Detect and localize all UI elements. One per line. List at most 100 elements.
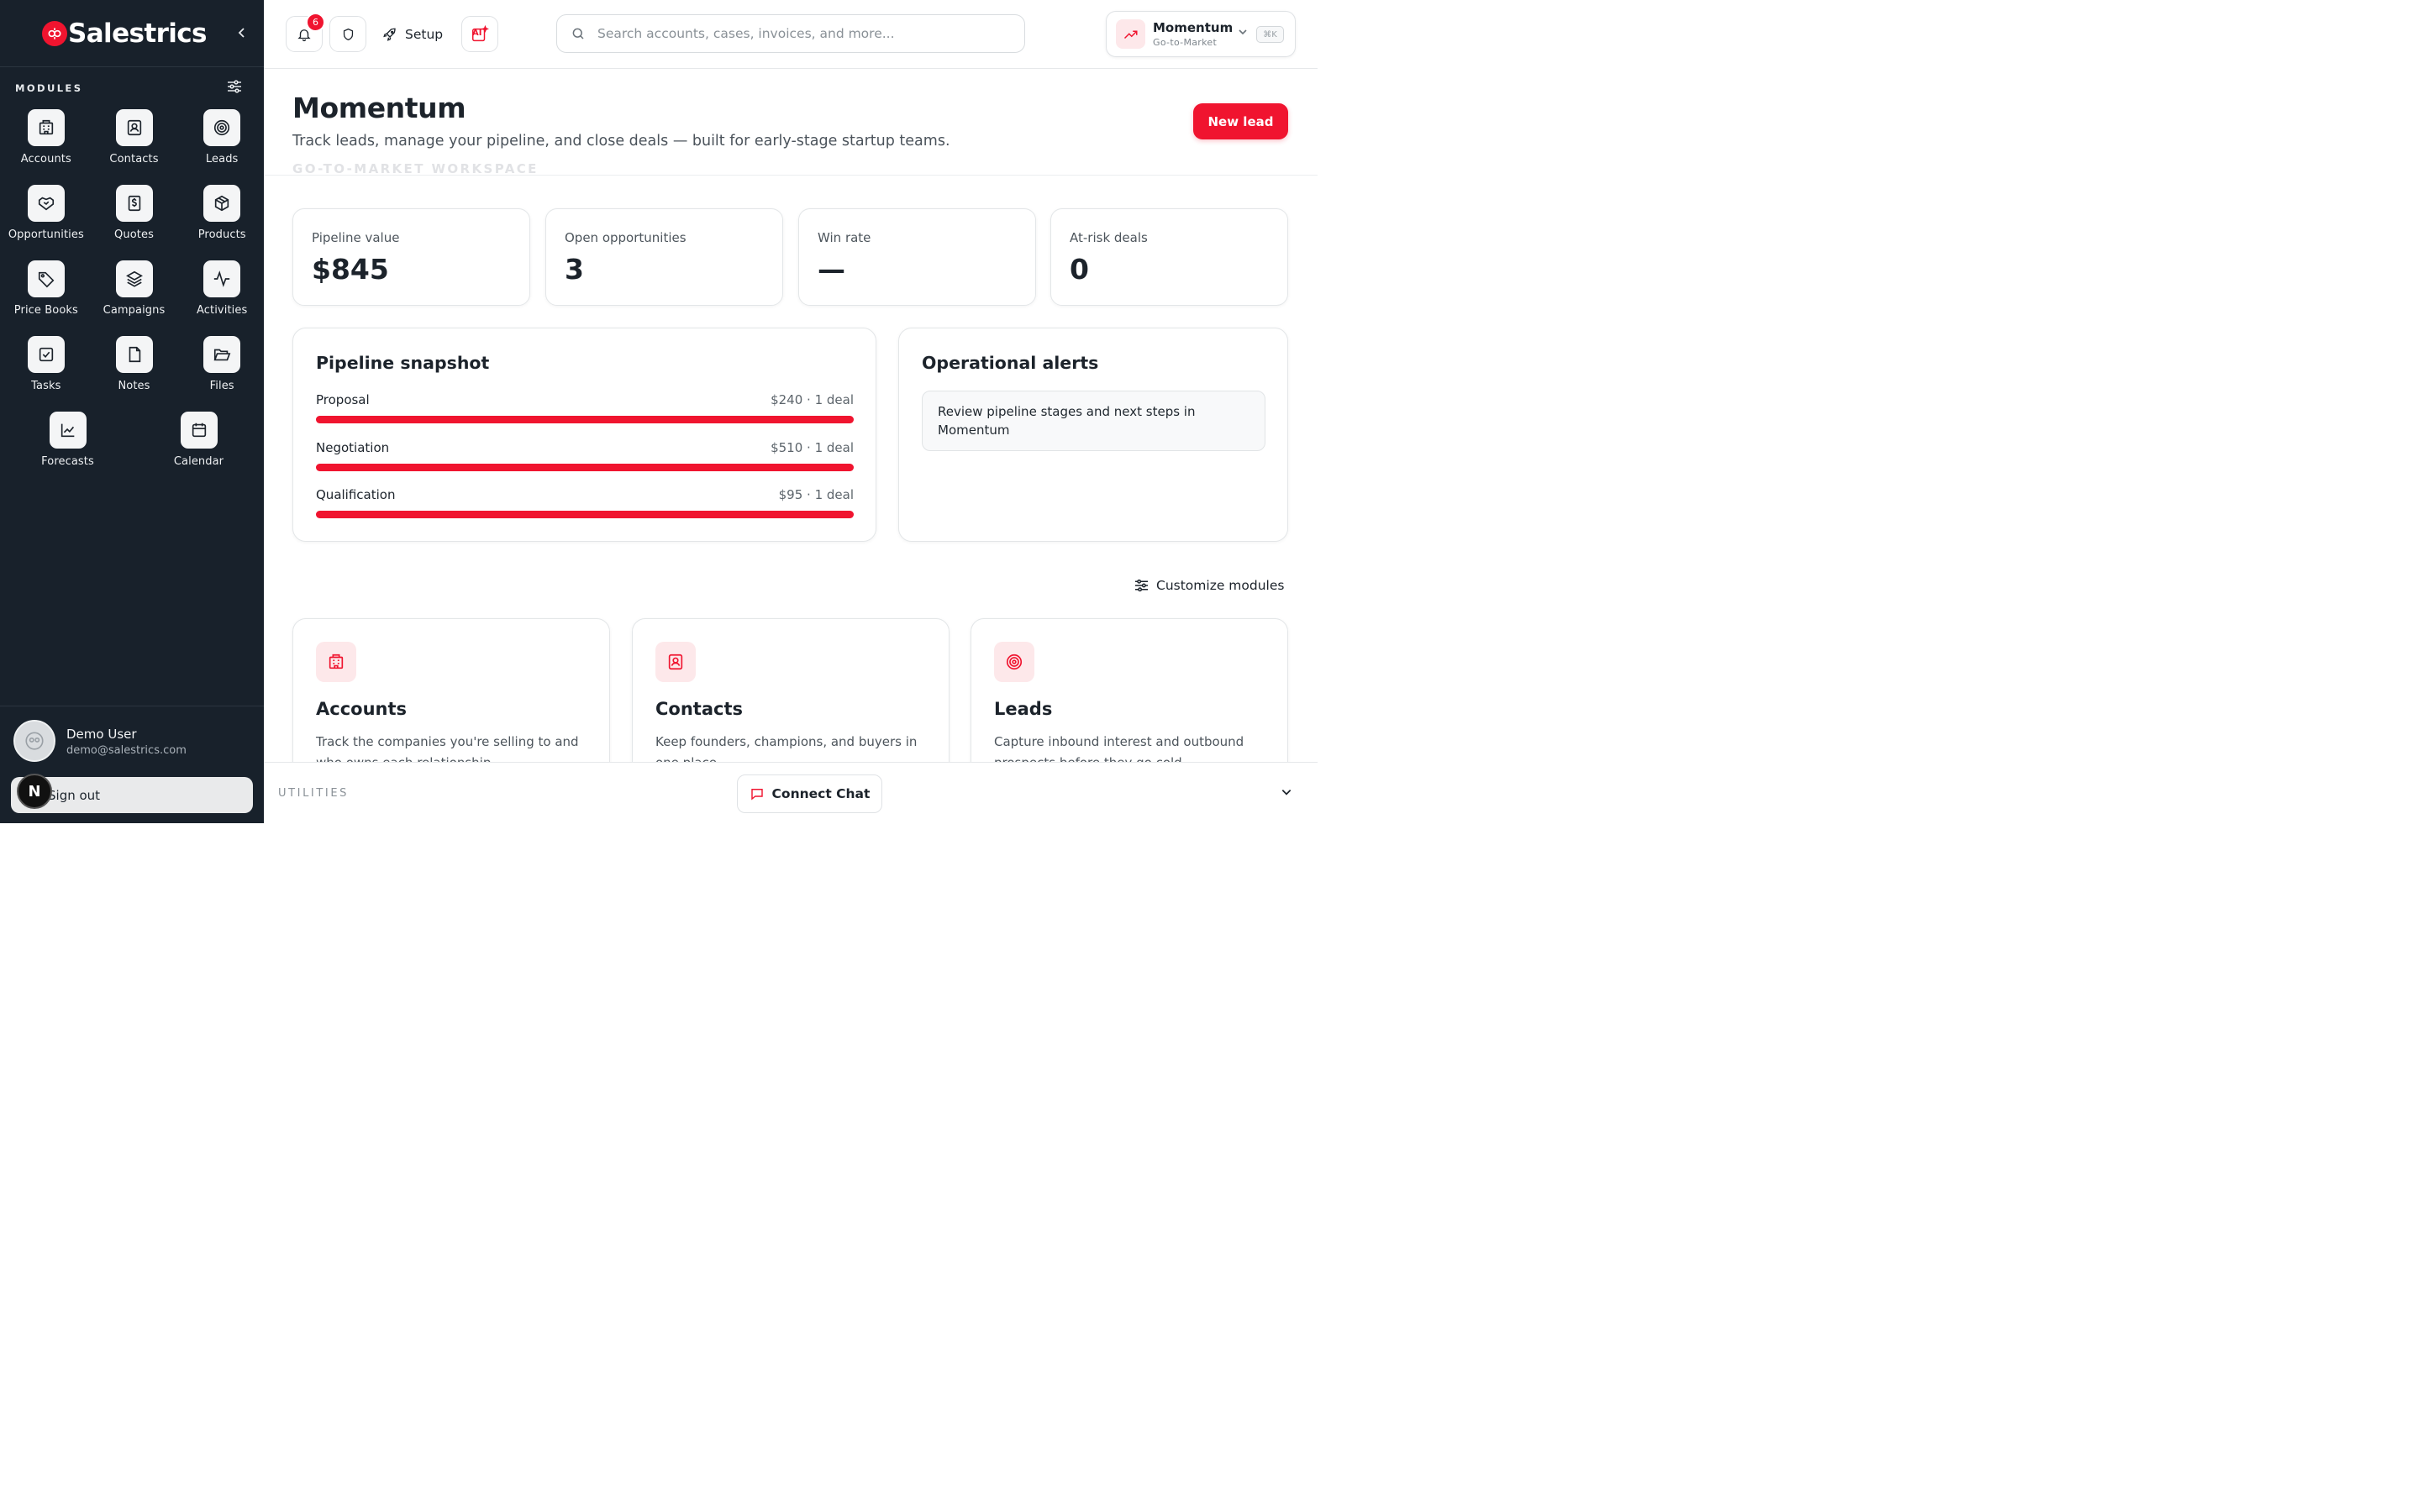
stat-label: Win rate	[818, 230, 871, 245]
stat-value: —	[818, 253, 845, 286]
target-icon	[203, 109, 241, 146]
setup-button[interactable]: Setup	[382, 16, 443, 52]
contact-card-icon	[655, 642, 696, 682]
search-input[interactable]	[597, 26, 1001, 41]
sliders-icon[interactable]	[227, 80, 242, 97]
collapse-sidebar-button[interactable]	[234, 23, 250, 43]
module-card-leads[interactable]: Leads Capture inbound interest and outbo…	[971, 618, 1288, 786]
stat-card-open-opportunities: Open opportunities 3	[545, 208, 783, 306]
brand-header: Salestrics	[0, 0, 264, 67]
workspace-subtitle: Go-to-Market	[1153, 37, 1218, 48]
contact-card-icon	[115, 109, 153, 146]
sidebar-item-forecasts[interactable]: Forecasts	[4, 410, 131, 486]
module-row: Accounts Contacts Leads	[0, 108, 264, 183]
stat-label: Open opportunities	[565, 230, 687, 245]
sidebar-item-opportunities[interactable]: Opportunities	[4, 183, 88, 259]
package-icon	[203, 185, 241, 222]
security-button[interactable]	[329, 16, 366, 52]
module-card-title: Contacts	[655, 699, 743, 719]
sidebar-item-label: Notes	[118, 380, 150, 392]
new-lead-button[interactable]: New lead	[1193, 103, 1288, 139]
stat-value: 0	[1070, 253, 1089, 286]
stat-card-pipeline-value: Pipeline value $845	[292, 208, 530, 306]
sidebar-item-quotes[interactable]: Quotes	[92, 183, 176, 259]
user-name: Demo User	[66, 727, 137, 742]
stage-progress-fill	[316, 511, 854, 518]
check-square-icon	[27, 336, 65, 373]
sidebar-item-label: Contacts	[109, 153, 159, 165]
sidebar-item-label: Forecasts	[41, 455, 94, 468]
stage-progress-track	[316, 464, 854, 471]
sidebar-item-leads[interactable]: Leads	[180, 108, 264, 183]
sidebar-item-contacts[interactable]: Contacts	[92, 108, 176, 183]
target-icon	[994, 642, 1034, 682]
modules-header: MODULES	[0, 69, 264, 108]
pipeline-snapshot-card: Pipeline snapshot Proposal $240 · 1 deal…	[292, 328, 876, 542]
sidebar-item-label: Tasks	[31, 380, 61, 392]
sidebar-item-calendar[interactable]: Calendar	[135, 410, 262, 486]
dev-tools-badge[interactable]: N	[17, 774, 52, 809]
stat-label: At-risk deals	[1070, 230, 1148, 245]
customize-modules-label: Customize modules	[1156, 578, 1285, 593]
customize-modules-button[interactable]: Customize modules	[1134, 578, 1284, 593]
page-title: Momentum	[292, 92, 466, 124]
notification-count-badge: 6	[306, 13, 325, 32]
sidebar-item-label: Quotes	[114, 228, 154, 241]
ai-assistant-button[interactable]: AI	[461, 16, 498, 52]
shield-icon	[343, 28, 353, 40]
sidebar-item-activities[interactable]: Activities	[180, 259, 264, 334]
sidebar-item-accounts[interactable]: Accounts	[4, 108, 88, 183]
layers-icon	[115, 260, 153, 297]
building-icon	[316, 642, 356, 682]
rocket-icon	[383, 28, 396, 41]
sidebar-item-label: Calendar	[173, 455, 224, 468]
alert-item[interactable]: Review pipeline stages and next steps in…	[922, 391, 1265, 451]
brand-name: Salestrics	[68, 18, 208, 49]
sidebar-item-products[interactable]: Products	[180, 183, 264, 259]
receipt-dollar-icon	[115, 185, 153, 222]
sidebar-item-tasks[interactable]: Tasks	[4, 334, 88, 410]
dev-tools-badge-label: N	[28, 782, 41, 801]
user-area: Demo User demo@salestrics.com Sign out N	[0, 706, 264, 823]
sidebar-item-campaigns[interactable]: Campaigns	[92, 259, 176, 334]
sidebar-item-notes[interactable]: Notes	[92, 334, 176, 410]
stage-meta: $95 · 1 deal	[778, 487, 854, 502]
connect-chat-button[interactable]: Connect Chat	[737, 774, 882, 813]
operational-alerts-card: Operational alerts Review pipeline stage…	[898, 328, 1288, 542]
card-title: Pipeline snapshot	[316, 353, 490, 373]
calendar-icon	[180, 412, 218, 449]
stage-name: Negotiation	[316, 440, 390, 455]
chevron-left-icon	[238, 28, 245, 38]
stat-label: Pipeline value	[312, 230, 400, 245]
sidebar-item-label: Files	[209, 380, 234, 392]
module-card-title: Accounts	[316, 699, 408, 719]
sidebar-item-label: Leads	[205, 153, 239, 165]
building-icon	[27, 109, 65, 146]
module-row: Forecasts Calendar	[0, 410, 264, 486]
card-title: Operational alerts	[922, 353, 1099, 373]
avatar[interactable]	[13, 720, 55, 762]
keyboard-shortcut-badge: ⌘K	[1256, 26, 1284, 43]
module-card-contacts[interactable]: Contacts Keep founders, champions, and b…	[632, 618, 950, 786]
stage-progress-track	[316, 511, 854, 518]
search-icon	[572, 28, 584, 39]
workspace-switcher[interactable]: Momentum Go-to-Market ⌘K	[1106, 11, 1296, 57]
sidebar-item-label: Price Books	[13, 304, 78, 317]
page-subtitle: Track leads, manage your pipeline, and c…	[292, 133, 950, 150]
stage-name: Proposal	[316, 392, 370, 407]
global-search[interactable]	[556, 14, 1025, 53]
trending-up-icon	[1116, 19, 1145, 49]
sidebar-item-files[interactable]: Files	[180, 334, 264, 410]
stage-meta: $240 · 1 deal	[771, 392, 854, 407]
stat-value: 3	[565, 253, 584, 286]
stage-progress-fill	[316, 416, 854, 423]
stat-card-at-risk-deals: At-risk deals 0	[1050, 208, 1288, 306]
folder-open-icon	[203, 336, 241, 373]
module-card-accounts[interactable]: Accounts Track the companies you're sell…	[292, 618, 610, 786]
workspace-name: Momentum	[1153, 20, 1234, 35]
sidebar-item-price-books[interactable]: Price Books	[4, 259, 88, 334]
stage-progress-fill	[316, 464, 854, 471]
module-card-title: Leads	[994, 699, 1053, 719]
utilities-bar: UTILITIES Connect Chat	[264, 762, 1318, 823]
setup-label: Setup	[405, 26, 444, 42]
